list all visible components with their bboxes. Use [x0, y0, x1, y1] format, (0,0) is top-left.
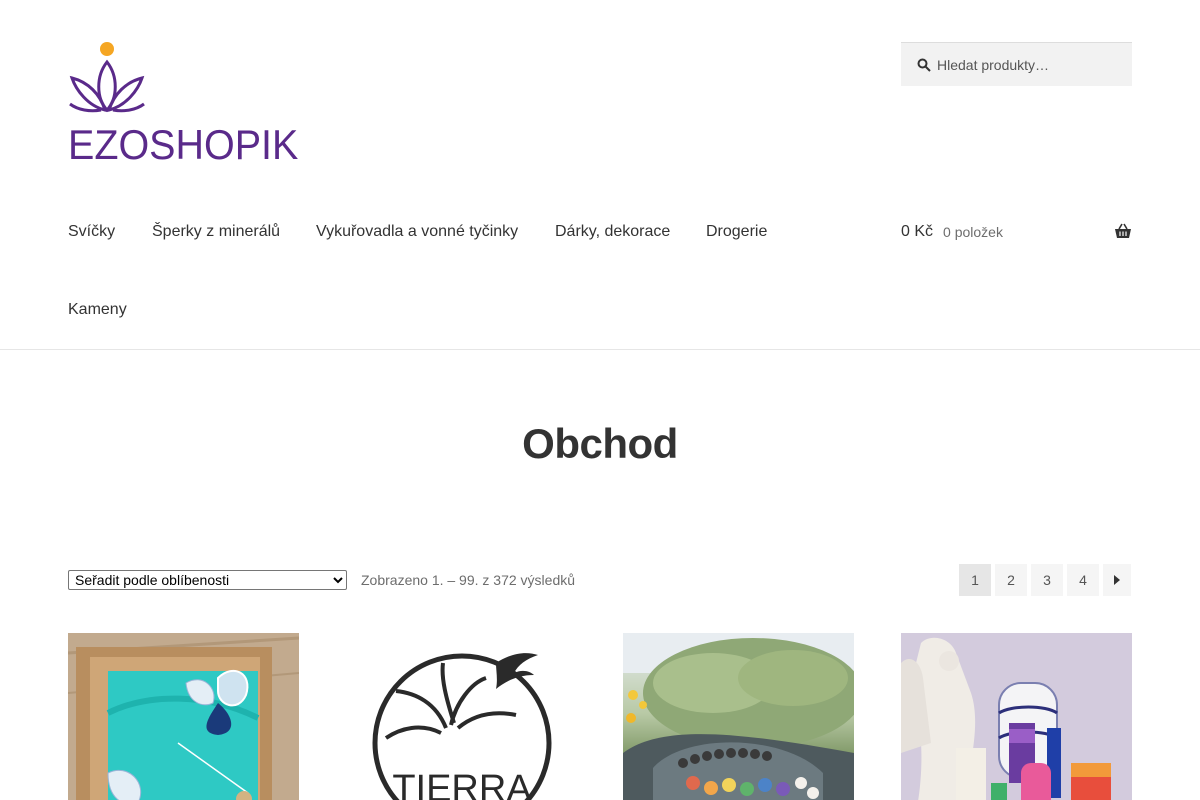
page-button-2[interactable]: 2: [995, 564, 1027, 596]
page-button-1[interactable]: 1: [959, 564, 991, 596]
result-count: Zobrazeno 1. – 99. z 372 výsledků: [361, 572, 576, 588]
site-logo[interactable]: EZOSHOPIK: [68, 40, 300, 168]
sort-select[interactable]: Seřadit podle oblíbenosti: [68, 570, 347, 590]
header-divider: [0, 349, 1200, 350]
next-page-button[interactable]: [1103, 564, 1131, 596]
product-photo: [68, 633, 299, 800]
product-photo: [901, 633, 1132, 800]
nav-item-vykurovadla[interactable]: Vykuřovadla a vonné tyčinky: [316, 223, 518, 241]
tierra-logo-text: TIERRA: [392, 768, 532, 800]
logo-wordmark: EZOSHOPIK: [68, 121, 299, 168]
nav-item-drogerie[interactable]: Drogerie: [706, 223, 767, 241]
product-image-tierra-madre[interactable]: TIERRA: [346, 633, 577, 800]
search-icon: [917, 58, 931, 72]
cart-item-count: 0 položek: [943, 224, 1003, 240]
page-title: Obchod: [522, 420, 678, 467]
cart-amount: 0 Kč: [901, 223, 934, 240]
product-photo: [623, 633, 854, 800]
mini-cart[interactable]: 0 Kč 0 položek: [901, 222, 1132, 242]
pagination: 1 2 3 4: [959, 564, 1131, 596]
triangle-right-icon: [1114, 575, 1120, 585]
nav-item-kameny[interactable]: Kameny: [68, 301, 127, 319]
product-image-bracelets[interactable]: [623, 633, 854, 800]
nav-item-darky[interactable]: Dárky, dekorace: [555, 223, 670, 241]
page-button-3[interactable]: 3: [1031, 564, 1063, 596]
page-button-4[interactable]: 4: [1067, 564, 1099, 596]
tierra-madre-logo-icon: TIERRA: [372, 653, 552, 800]
nav-item-sperky[interactable]: Šperky z minerálů: [152, 223, 280, 241]
lotus-logo-icon: [69, 42, 145, 113]
search-input[interactable]: [937, 56, 1117, 73]
product-search[interactable]: [901, 42, 1132, 86]
nav-item-svicky[interactable]: Svíčky: [68, 223, 115, 241]
product-image-candles[interactable]: [901, 633, 1132, 800]
product-image-gift-box[interactable]: [68, 633, 299, 800]
basket-icon[interactable]: [1114, 223, 1132, 239]
